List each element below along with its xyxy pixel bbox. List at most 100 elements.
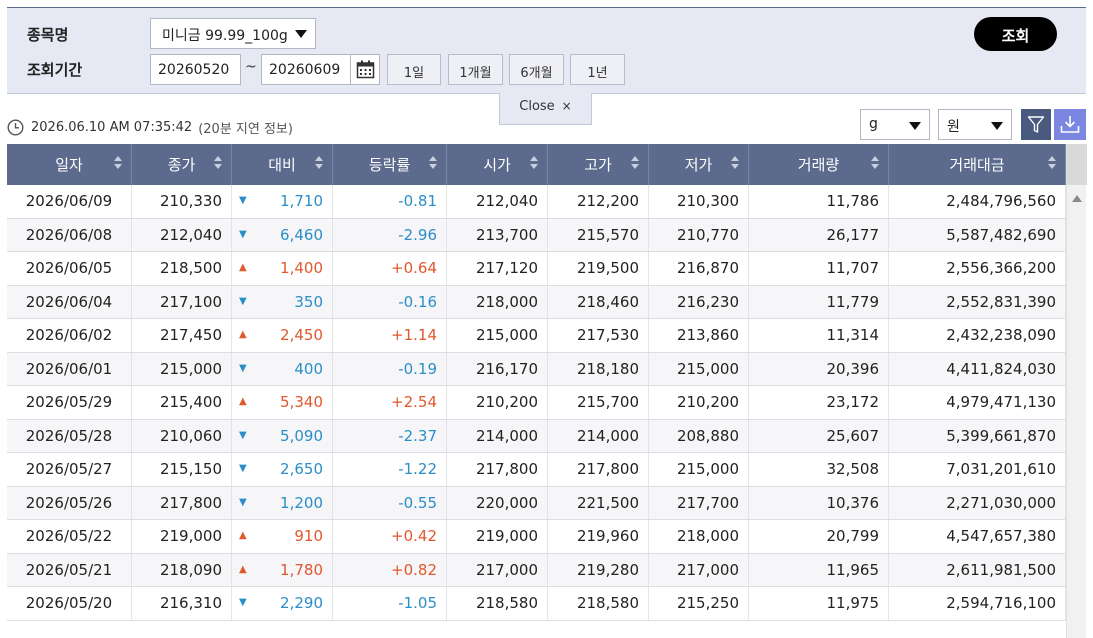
- table-row[interactable]: 2026/06/04 217,100 ▼ 350 -0.16 218,000 218,460…: [7, 285, 1066, 319]
- change-value: 1,780: [280, 560, 323, 579]
- cell-trade-value: 2,611,981,500: [889, 553, 1066, 586]
- cell-close: 217,100: [132, 285, 232, 318]
- cell-close: 210,060: [132, 419, 232, 452]
- cell-low: 213,860: [649, 319, 749, 352]
- start-date-input[interactable]: 20260520: [150, 54, 241, 85]
- cell-volume: 11,965: [749, 553, 889, 586]
- cell-open: 218,580: [447, 587, 548, 620]
- header-high[interactable]: 고가: [548, 144, 649, 185]
- table-body: 2026/06/09 210,330 ▼ 1,710 -0.81 212,040 212,2…: [7, 185, 1066, 621]
- cell-volume: 25,607: [749, 419, 889, 452]
- table-row[interactable]: 2026/05/21 218,090 ▲ 1,780 +0.82 217,000 219,2…: [7, 553, 1066, 587]
- header-open[interactable]: 시가: [447, 144, 548, 185]
- cell-close: 219,000: [132, 520, 232, 553]
- sort-icon: [315, 156, 323, 169]
- weight-unit-select[interactable]: g: [860, 109, 930, 140]
- table-row[interactable]: 2026/06/08 212,040 ▼ 6,460 -2.96 213,700 215,5…: [7, 218, 1066, 252]
- cell-low: 215,250: [649, 587, 749, 620]
- triangle-down-icon: ▼: [239, 496, 247, 508]
- header-rate[interactable]: 등락률: [333, 144, 447, 185]
- header-label: 등락률: [368, 156, 411, 174]
- cell-trade-value: 2,432,238,090: [889, 319, 1066, 352]
- currency-unit-select[interactable]: 원: [938, 109, 1012, 140]
- cell-change: ▼ 1,200: [232, 486, 333, 519]
- close-panel-button[interactable]: Close ×: [499, 93, 592, 125]
- table-row[interactable]: 2026/05/29 215,400 ▲ 5,340 +2.54 210,200 215,7…: [7, 386, 1066, 420]
- cell-trade-value: 2,484,796,560: [889, 185, 1066, 218]
- cell-volume: 23,172: [749, 386, 889, 419]
- period-label: 조회기간: [27, 61, 83, 79]
- table-row[interactable]: 2026/06/09 210,330 ▼ 1,710 -0.81 212,040 212,2…: [7, 185, 1066, 219]
- product-select[interactable]: 미니금 99.99_100g: [150, 18, 316, 49]
- cell-high: 218,580: [548, 587, 649, 620]
- period-1-year-button[interactable]: 1년: [570, 54, 625, 85]
- cell-date: 2026/06/05: [7, 252, 132, 285]
- header-close[interactable]: 종가: [132, 144, 232, 185]
- cell-trade-value: 2,594,716,100: [889, 587, 1066, 620]
- cell-trade-value: 5,587,482,690: [889, 218, 1066, 251]
- clock-icon: [7, 119, 24, 136]
- table-row[interactable]: 2026/05/26 217,800 ▼ 1,200 -0.55 220,000 221,5…: [7, 486, 1066, 520]
- cell-trade-value: 2,556,366,200: [889, 252, 1066, 285]
- cell-date: 2026/05/27: [7, 453, 132, 486]
- cell-trade-value: 4,979,471,130: [889, 386, 1066, 419]
- search-button[interactable]: 조회: [974, 17, 1057, 51]
- cell-high: 219,500: [548, 252, 649, 285]
- cell-change: ▼ 2,290: [232, 587, 333, 620]
- cell-low: 215,000: [649, 352, 749, 385]
- cell-low: 216,870: [649, 252, 749, 285]
- change-value: 1,200: [280, 493, 323, 512]
- change-value: 2,290: [280, 594, 323, 612]
- change-value: 5,340: [280, 393, 323, 411]
- header-low[interactable]: 저가: [649, 144, 749, 185]
- weight-unit-value: g: [869, 116, 878, 132]
- cell-open: 215,000: [447, 319, 548, 352]
- header-label: 대비: [268, 156, 296, 174]
- chevron-down-icon: [295, 30, 307, 38]
- header-date[interactable]: 일자: [7, 144, 132, 185]
- triangle-down-icon: ▼: [239, 597, 247, 608]
- table-row[interactable]: 2026/05/22 219,000 ▲ 910 +0.42 219,000 219,960…: [7, 520, 1066, 554]
- triangle-down-icon: ▼: [239, 429, 247, 441]
- table-row[interactable]: 2026/06/05 218,500 ▲ 1,400 +0.64 217,120 219,5…: [7, 252, 1066, 286]
- calendar-button[interactable]: [350, 54, 380, 85]
- header-change[interactable]: 대비: [232, 144, 333, 185]
- table-row[interactable]: 2026/05/28 210,060 ▼ 5,090 -2.37 214,000 214,0…: [7, 419, 1066, 453]
- cell-high: 218,180: [548, 352, 649, 385]
- cell-volume: 32,508: [749, 453, 889, 486]
- period-1-month-button[interactable]: 1개월: [448, 54, 503, 85]
- cell-rate: -1.22: [333, 453, 447, 486]
- cell-high: 221,500: [548, 486, 649, 519]
- triangle-up-icon: ▲: [239, 329, 247, 340]
- table-row[interactable]: 2026/06/02 217,450 ▲ 2,450 +1.14 215,000 217,5…: [7, 319, 1066, 353]
- cell-change: ▲ 2,450: [232, 319, 333, 352]
- cell-volume: 11,779: [749, 285, 889, 318]
- header-trade-value[interactable]: 거래대금: [889, 144, 1066, 185]
- sort-icon: [731, 156, 739, 169]
- period-6-month-button[interactable]: 6개월: [509, 54, 564, 85]
- cell-change: ▲ 910: [232, 520, 333, 553]
- cell-close: 210,330: [132, 185, 232, 218]
- table-row[interactable]: 2026/06/01 215,000 ▼ 400 -0.19 216,170 218,180…: [7, 352, 1066, 386]
- table-row[interactable]: 2026/05/27 215,150 ▼ 2,650 -1.22 217,800 217,8…: [7, 453, 1066, 487]
- cell-close: 215,150: [132, 453, 232, 486]
- cell-open: 218,000: [447, 285, 548, 318]
- download-button[interactable]: [1054, 109, 1086, 140]
- period-1-day-button[interactable]: 1일: [387, 54, 441, 85]
- filter-button[interactable]: [1021, 109, 1051, 140]
- scroll-up-arrow-icon[interactable]: [1072, 195, 1082, 202]
- cell-change: ▲ 1,400: [232, 252, 333, 285]
- end-date-input[interactable]: 20260609: [261, 54, 352, 85]
- chevron-down-icon: [909, 122, 921, 130]
- cell-open: 217,120: [447, 252, 548, 285]
- vertical-scrollbar[interactable]: [1066, 144, 1087, 638]
- cell-rate: -2.96: [333, 218, 447, 251]
- cell-open: 214,000: [447, 419, 548, 452]
- cell-low: 217,700: [649, 486, 749, 519]
- table-row[interactable]: 2026/05/20 216,310 ▼ 2,290 -1.05 218,580 218,5…: [7, 587, 1066, 621]
- cell-date: 2026/06/08: [7, 218, 132, 251]
- currency-unit-value: 원: [947, 119, 960, 135]
- cell-volume: 26,177: [749, 218, 889, 251]
- cell-high: 217,530: [548, 319, 649, 352]
- header-volume[interactable]: 거래량: [749, 144, 889, 185]
